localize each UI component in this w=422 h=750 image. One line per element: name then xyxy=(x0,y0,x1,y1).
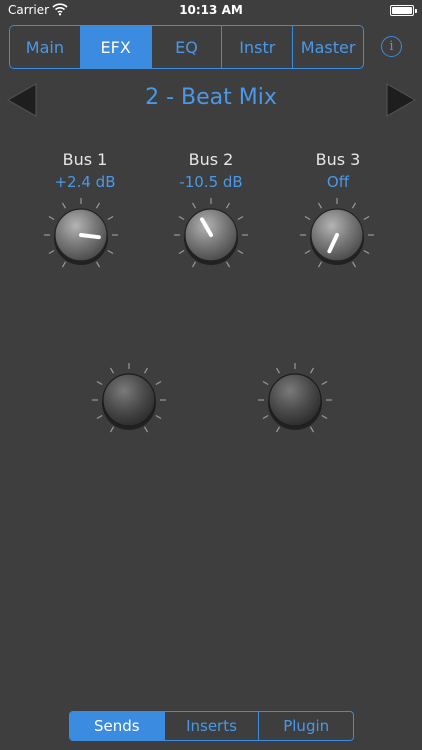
knob-tick xyxy=(61,202,67,209)
knob-tick xyxy=(109,367,115,374)
knob-tick xyxy=(191,202,197,209)
knob-tick xyxy=(351,202,357,209)
knob-tick xyxy=(48,249,55,255)
knob-tick xyxy=(143,426,149,433)
tab-eq[interactable]: EQ xyxy=(152,26,223,68)
knob-tick xyxy=(95,202,101,209)
clock: 10:13 AM xyxy=(179,3,243,17)
knob-tick xyxy=(304,249,311,255)
knob-tick xyxy=(95,261,101,268)
knob-tick xyxy=(61,261,67,268)
knob-tick xyxy=(363,249,370,255)
knob-tick xyxy=(96,414,103,420)
knob-tick xyxy=(107,249,114,255)
tab-efx[interactable]: EFX xyxy=(80,26,152,68)
bus-1-value: +2.4 dB xyxy=(54,173,116,191)
info-icon[interactable]: i xyxy=(381,36,402,57)
bus-1-label-group: Bus 1 +2.4 dB xyxy=(35,150,135,191)
bus-2-name: Bus 2 xyxy=(188,150,234,169)
bus-3-knob[interactable] xyxy=(297,195,377,275)
knob-tick xyxy=(96,380,103,386)
knob-tick xyxy=(178,215,185,221)
knob-tick xyxy=(363,215,370,221)
bus-1-name: Bus 1 xyxy=(62,150,108,169)
battery-icon xyxy=(390,5,417,16)
knob-tick xyxy=(48,215,55,221)
tab-inserts[interactable]: Inserts xyxy=(165,712,260,740)
knob-tick xyxy=(309,426,315,433)
knob-tick xyxy=(237,215,244,221)
knob-tick xyxy=(191,261,197,268)
knob-tick xyxy=(225,261,231,268)
bus-3-name: Bus 3 xyxy=(315,150,361,169)
knob-tick xyxy=(275,367,281,374)
knob-tick xyxy=(321,380,328,386)
knob-tick xyxy=(317,202,323,209)
bottom-tab-bar: Sends Inserts Plugin xyxy=(69,711,354,741)
knob-tick xyxy=(351,261,357,268)
tab-main[interactable]: Main xyxy=(10,26,81,68)
tab-master[interactable]: Master xyxy=(293,26,363,68)
knob-tick xyxy=(309,367,315,374)
unassigned-knob-right[interactable] xyxy=(255,360,335,440)
knob-tick xyxy=(262,414,269,420)
next-patch-button[interactable] xyxy=(385,82,417,122)
knob-tick xyxy=(262,380,269,386)
knob-tick xyxy=(237,249,244,255)
bus-3-value: Off xyxy=(326,173,350,191)
top-tab-bar: Main EFX EQ Instr Master xyxy=(9,25,364,69)
knob-pointer xyxy=(79,233,101,240)
bus-2-knob[interactable] xyxy=(171,195,251,275)
tab-plugin[interactable]: Plugin xyxy=(259,712,353,740)
knob-tick xyxy=(317,261,323,268)
tab-instr[interactable]: Instr xyxy=(222,26,294,68)
prev-patch-button[interactable] xyxy=(6,82,38,122)
knob-tick xyxy=(143,367,149,374)
bus-2-value: -10.5 dB xyxy=(179,173,243,191)
unassigned-knob-left[interactable] xyxy=(89,360,169,440)
knob-tick xyxy=(304,215,311,221)
bus-3-label-group: Bus 3 Off xyxy=(288,150,388,191)
knob-tick xyxy=(321,414,328,420)
knob-tick xyxy=(225,202,231,209)
status-bar: Carrier 10:13 AM xyxy=(0,0,422,22)
tab-sends[interactable]: Sends xyxy=(70,712,165,740)
bus-2-label-group: Bus 2 -10.5 dB xyxy=(161,150,261,191)
knob-tick xyxy=(109,426,115,433)
patch-title: 2 - Beat Mix xyxy=(145,85,277,110)
knob-tick xyxy=(155,380,162,386)
bus-1-knob[interactable] xyxy=(41,195,121,275)
knob-tick xyxy=(178,249,185,255)
knob-tick xyxy=(275,426,281,433)
triangle-right-icon xyxy=(386,83,417,117)
knob-tick xyxy=(107,215,114,221)
knob-tick xyxy=(155,414,162,420)
triangle-left-icon xyxy=(6,83,37,117)
